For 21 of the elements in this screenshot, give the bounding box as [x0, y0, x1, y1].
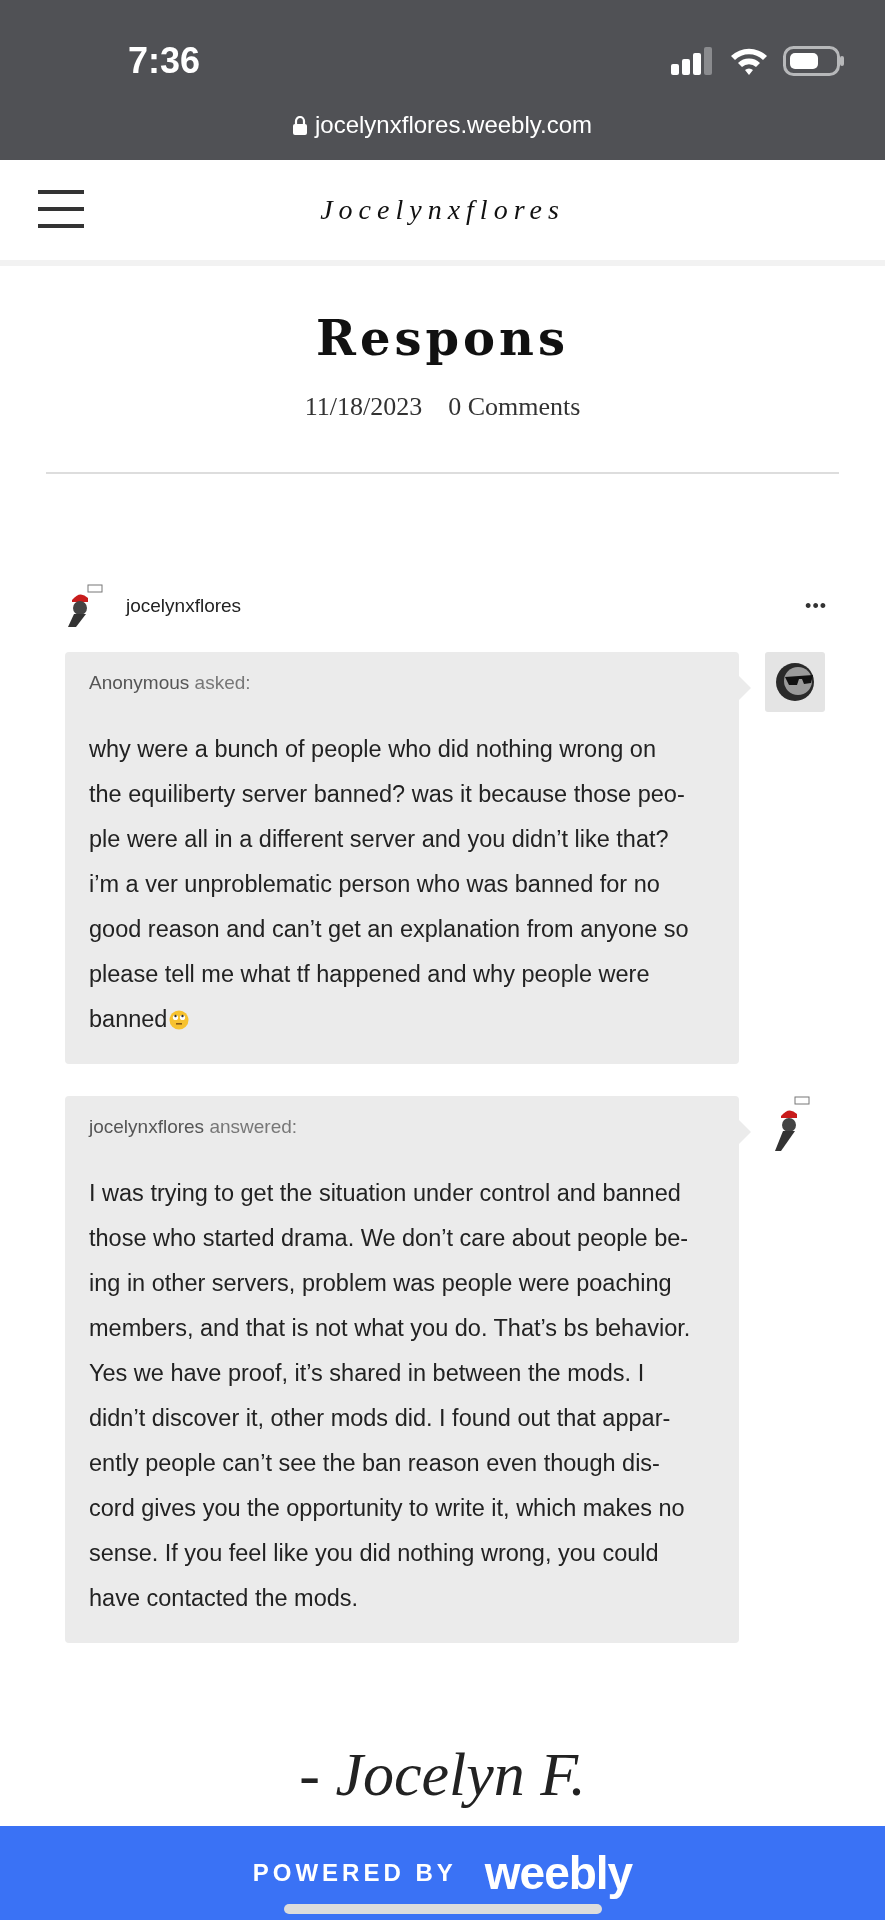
weebly-logo[interactable]: weebly: [484, 1846, 633, 1900]
message-text: why were a bunch of people who did nothing wrong on the equiliberty server banned? was it because those peo- ple were all in a different server and you didn’t like that? i’m a ver unproblematic person who was banned for no good reason and can’t get an explanation from anyone so please tell me what tf happened and why people were banned: [89, 735, 690, 1034]
battery-icon: [783, 46, 845, 76]
site-title[interactable]: Jocelynxflores: [320, 194, 565, 226]
message-text: I was trying to get the situation under control and banned those who started drama. We don’t care about people be- ing in other servers, problem was people were poaching members, and that is not what you do. That’s bs behavior. Yes we have proof, it’s shared in between the mods. I didn’t discover it, other mods did. I found out that appar- ently people can’t see the ban reason even though dis- cord gives you the opportunity to write it, which makes no sense. If you feel like you did nothing wrong, you could have contacted the mods.: [89, 1179, 692, 1613]
status-time: 7:36: [128, 40, 201, 82]
comments-link[interactable]: 0 Comments: [448, 392, 581, 422]
more-options-button[interactable]: •••: [805, 595, 827, 617]
post-date: 11/18/2023: [304, 392, 423, 422]
powered-by-text: POWERED BY: [252, 1859, 457, 1887]
signal-icon: [671, 47, 715, 75]
address-bar-url[interactable]: jocelynxflores.weebly.com: [315, 111, 592, 139]
lock-icon: [293, 115, 307, 135]
message-author-line: jocelynxflores answered:: [89, 1116, 299, 1138]
sunglasses-avatar-icon: [765, 652, 825, 712]
blog-name[interactable]: jocelynxflores: [126, 595, 242, 617]
signature: - Jocelyn F.: [298, 1739, 587, 1810]
wifi-icon: [729, 46, 769, 76]
menu-icon[interactable]: [38, 190, 84, 228]
message-author-line: Anonymous asked:: [89, 672, 252, 694]
post-title: Respons: [315, 310, 570, 366]
